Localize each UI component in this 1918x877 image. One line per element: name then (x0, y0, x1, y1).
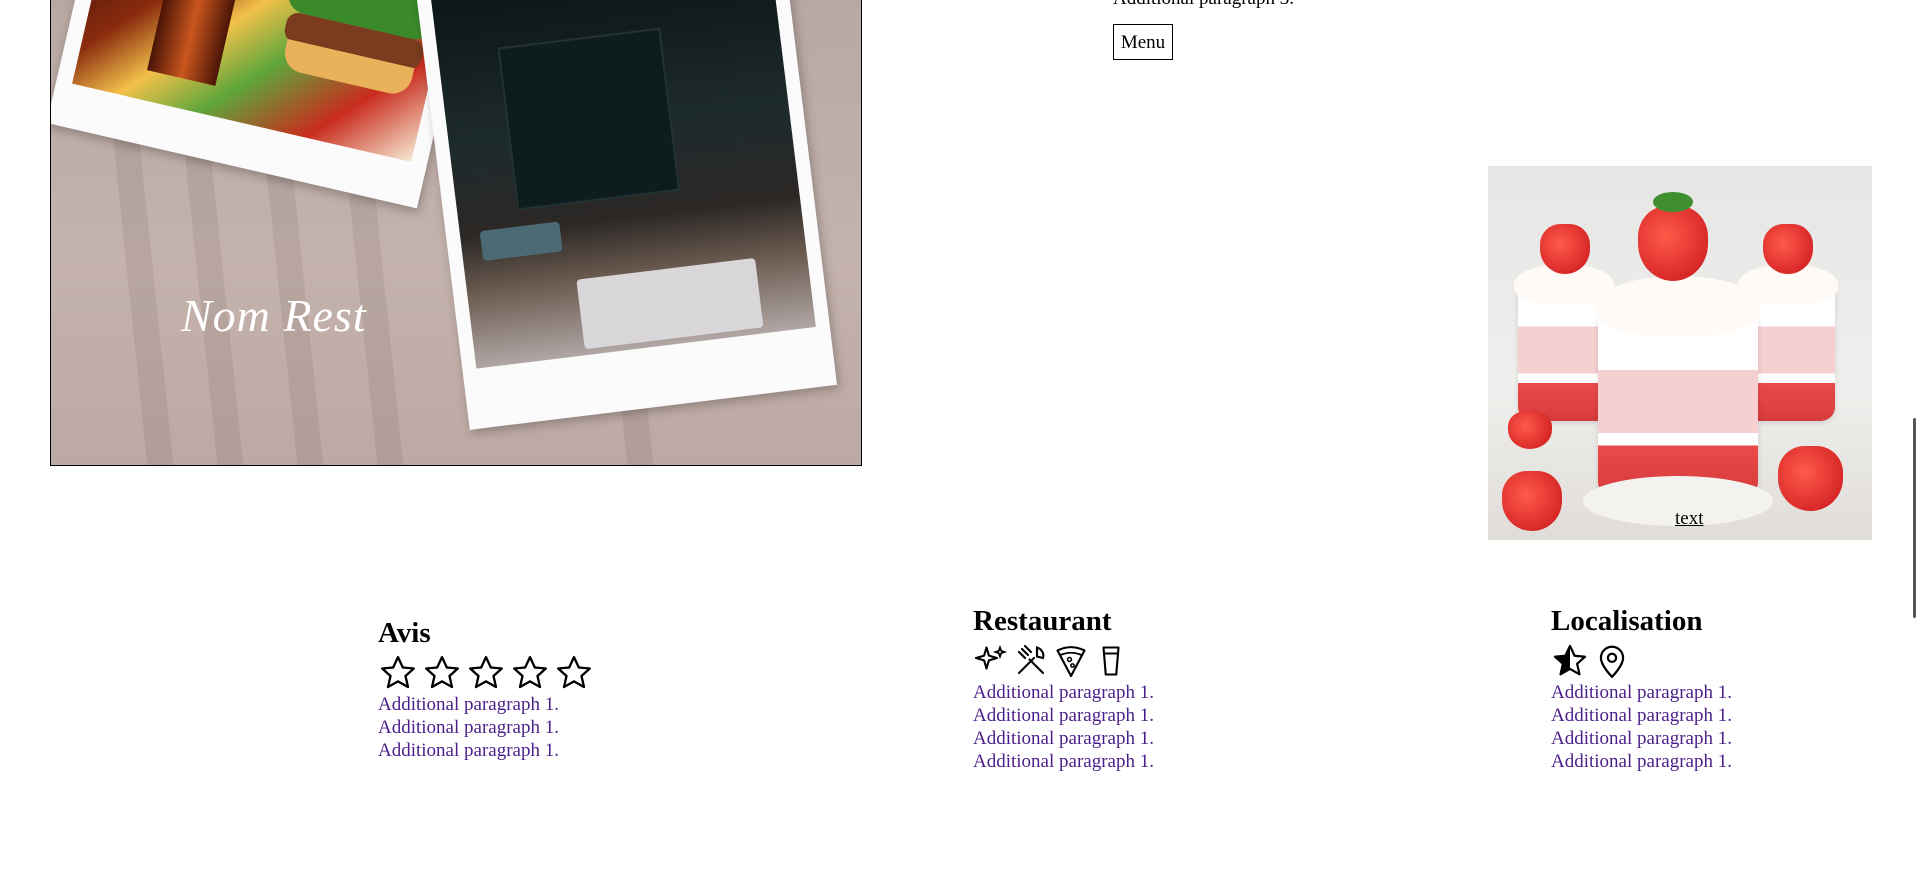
sparkles-icon (974, 644, 1008, 670)
star-outline-icon[interactable] (378, 653, 418, 693)
dessert-cup-center (1598, 316, 1758, 496)
star-outline-icon[interactable] (510, 653, 550, 693)
localisation-paragraph: Additional paragraph 1. (1551, 728, 1732, 749)
window-shape (497, 27, 681, 211)
localisation-paragraph: Additional paragraph 1. (1551, 705, 1732, 726)
strawberry-shape (1763, 224, 1813, 274)
table-shape (576, 257, 764, 350)
avis-paragraph: Additional paragraph 1. (378, 694, 559, 715)
restaurant-paragraph: Additional paragraph 1. (973, 728, 1154, 749)
glass-icon (1102, 646, 1120, 676)
rating-stars (378, 653, 594, 693)
dessert-image (1488, 166, 1872, 540)
additional-paragraph: Additional paragraph 3. (1113, 0, 1294, 10)
burger-polaroid (51, 0, 476, 209)
strawberry-shape (1502, 471, 1562, 531)
drink-glass-shape (147, 0, 254, 86)
shadow-stripe (111, 119, 177, 465)
avis-section: Avis Additional paragraph 1. Additional … (378, 616, 594, 762)
avis-paragraph: Additional paragraph 1. (378, 740, 559, 761)
star-outline-icon[interactable] (422, 653, 462, 693)
restaurant-paragraph: Additional paragraph 1. (973, 751, 1154, 772)
interior-polaroid (414, 0, 838, 430)
map-pin-icon (1599, 645, 1625, 679)
star-half-icon (1553, 644, 1587, 676)
strawberry-shape (1638, 206, 1708, 281)
interior-photo (430, 0, 816, 369)
brand-name: Nom Rest (181, 290, 367, 341)
dessert-text-link[interactable]: text (1675, 508, 1704, 530)
hero-image: Nom Rest (50, 0, 862, 466)
avis-heading: Avis (378, 617, 431, 649)
localisation-paragraph: Additional paragraph 1. (1551, 751, 1732, 772)
star-outline-icon[interactable] (554, 653, 594, 693)
avis-paragraph: Additional paragraph 1. (378, 717, 559, 738)
strawberry-shape (1508, 411, 1552, 449)
leaf-shape (1653, 192, 1693, 212)
restaurant-paragraph: Additional paragraph 1. (973, 682, 1154, 703)
pizza-icon (1056, 646, 1086, 678)
cream-shape (1596, 276, 1761, 336)
restaurant-section: Restaurant Additional paragraph 1. Addit… (973, 604, 1154, 773)
scrollbar-thumb[interactable] (1913, 418, 1916, 618)
localisation-icons (1551, 641, 1732, 681)
localisation-section: Localisation Additional paragraph 1. Add… (1551, 604, 1732, 773)
localisation-paragraph: Additional paragraph 1. (1551, 682, 1732, 703)
strawberry-shape (1540, 224, 1590, 274)
utensils-icon (1017, 644, 1045, 675)
burger-photo (72, 0, 457, 162)
restaurant-heading: Restaurant (973, 605, 1112, 637)
restaurant-icons (973, 641, 1154, 681)
menu-button[interactable]: Menu (1113, 24, 1173, 60)
restaurant-paragraph: Additional paragraph 1. (973, 705, 1154, 726)
localisation-heading: Localisation (1551, 605, 1703, 637)
strawberry-shape (1778, 446, 1843, 511)
booth-shape (479, 221, 563, 261)
star-outline-icon[interactable] (466, 653, 506, 693)
